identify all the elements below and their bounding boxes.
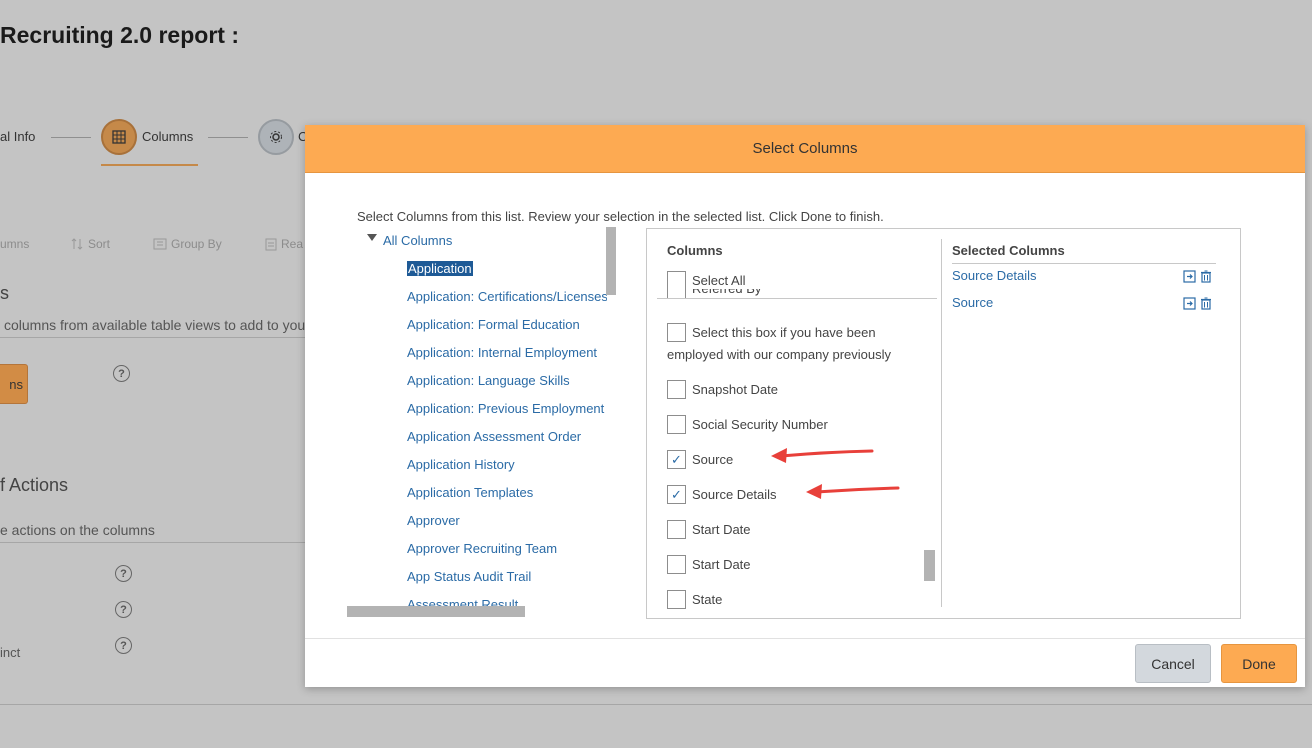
tree-item[interactable]: Application: Language Skills xyxy=(407,373,607,388)
step-configure-circle[interactable] xyxy=(258,119,294,155)
grid-icon xyxy=(112,130,126,144)
move-icon[interactable] xyxy=(1183,297,1196,310)
tree-item[interactable]: App Status Audit Trail xyxy=(407,569,607,584)
trash-icon[interactable] xyxy=(1199,297,1212,310)
column-option-row[interactable]: Select this box if you have been xyxy=(667,322,876,344)
tree-item[interactable]: Application History xyxy=(407,457,607,472)
tree-item[interactable]: Application: Formal Education xyxy=(407,317,607,332)
tree-item[interactable]: Application Templates xyxy=(407,485,607,500)
annotation-arrow-icon xyxy=(806,484,900,499)
toolbar-rearrange[interactable]: Rea xyxy=(265,237,303,251)
dialog-header: Select Columns xyxy=(305,125,1305,173)
tree-root-all-columns[interactable]: All Columns xyxy=(367,233,452,248)
help-icon[interactable]: ? xyxy=(115,565,132,582)
divider xyxy=(0,704,1312,705)
step-connector xyxy=(208,137,248,138)
column-checkbox[interactable] xyxy=(667,590,686,609)
selected-item-actions xyxy=(1183,270,1212,283)
add-columns-button[interactable]: ns xyxy=(0,364,28,404)
section-columns-heading: s xyxy=(0,283,9,303)
column-checkbox-checked[interactable]: ✓ xyxy=(667,450,686,469)
tree-vertical-scrollbar[interactable] xyxy=(606,227,616,295)
columns-vertical-scrollbar[interactable] xyxy=(924,550,935,581)
step-columns-label[interactable]: Columns xyxy=(142,129,193,144)
section-actions-desc: e actions on the columns xyxy=(0,522,155,538)
step-columns-circle[interactable] xyxy=(101,119,137,155)
help-icon[interactable]: ? xyxy=(113,365,130,382)
divider xyxy=(0,542,305,543)
column-option-row[interactable]: State xyxy=(667,589,722,611)
page-title: Recruiting 2.0 report : xyxy=(0,22,239,48)
section-actions-heading: f Actions xyxy=(0,475,69,495)
selected-column-item[interactable]: Source Details xyxy=(952,268,1037,283)
tree-item[interactable]: Application xyxy=(407,261,473,276)
distinct-label: inct xyxy=(0,645,21,660)
annotation-arrow-icon xyxy=(771,448,874,463)
column-checkbox[interactable] xyxy=(667,415,686,434)
divider xyxy=(952,263,1216,264)
column-option-row[interactable]: ✓ Source Details xyxy=(667,484,777,506)
step-active-underline xyxy=(101,164,198,166)
group-icon xyxy=(153,238,167,250)
columns-panel: Columns Select All Referred By Select th… xyxy=(646,228,1241,619)
step-connector xyxy=(51,137,91,138)
column-option-row-cont: employed with our company previously xyxy=(667,347,891,362)
column-tree: All Columns Application Application: Cer… xyxy=(367,227,617,613)
column-option-row[interactable]: Snapshot Date xyxy=(667,379,778,401)
selected-item-actions xyxy=(1183,297,1212,310)
dialog-footer-divider xyxy=(305,638,1305,639)
tree-item[interactable]: Application: Previous Employment xyxy=(407,401,607,416)
tree-item[interactable]: Approver xyxy=(407,513,607,528)
columns-header: Columns xyxy=(667,243,723,258)
caret-down-icon[interactable] xyxy=(367,234,377,241)
divider xyxy=(0,337,305,338)
tree-item[interactable]: Application: Internal Employment xyxy=(407,345,607,360)
step-general-info-label[interactable]: al Info xyxy=(0,129,35,144)
dialog-instructions: Select Columns from this list. Review yo… xyxy=(357,209,884,224)
column-checkbox[interactable] xyxy=(667,555,686,574)
help-icon[interactable]: ? xyxy=(115,601,132,618)
toolbar-columns[interactable]: umns xyxy=(0,237,29,251)
trash-icon[interactable] xyxy=(1199,270,1212,283)
column-option-row[interactable]: Social Security Number xyxy=(667,414,828,436)
column-checkbox-checked[interactable]: ✓ xyxy=(667,485,686,504)
gear-icon xyxy=(270,131,282,143)
column-checkbox[interactable] xyxy=(667,323,686,342)
select-all-checkbox[interactable] xyxy=(667,271,686,290)
help-icon[interactable]: ? xyxy=(115,637,132,654)
tree-horizontal-scrollbar[interactable] xyxy=(347,606,525,617)
tree-item[interactable]: Application: Certifications/Licenses xyxy=(407,289,607,304)
section-columns-desc: columns from available table views to ad… xyxy=(4,317,306,333)
done-button[interactable]: Done xyxy=(1221,644,1297,683)
move-icon[interactable] xyxy=(1183,270,1196,283)
cancel-button[interactable]: Cancel xyxy=(1135,644,1211,683)
selected-columns-header: Selected Columns xyxy=(952,243,1065,258)
toolbar-group-by[interactable]: Group By xyxy=(153,237,222,251)
panel-divider xyxy=(941,239,942,607)
divider xyxy=(657,298,937,299)
select-columns-dialog: Select Columns Select Columns from this … xyxy=(305,125,1305,687)
tree-item[interactable]: Approver Recruiting Team xyxy=(407,541,607,556)
column-option-row[interactable]: Start Date xyxy=(667,554,751,576)
column-checkbox[interactable] xyxy=(667,380,686,399)
column-option-row[interactable]: ✓ Source xyxy=(667,449,733,471)
toolbar-sort[interactable]: Sort xyxy=(70,237,110,251)
column-option-row[interactable]: Start Date xyxy=(667,519,751,541)
dialog-title: Select Columns xyxy=(752,140,858,157)
column-checkbox[interactable] xyxy=(667,520,686,539)
sort-icon xyxy=(71,238,83,250)
selected-column-item[interactable]: Source xyxy=(952,295,993,310)
clipboard-icon xyxy=(265,238,277,251)
tree-item[interactable]: Application Assessment Order xyxy=(407,429,607,444)
